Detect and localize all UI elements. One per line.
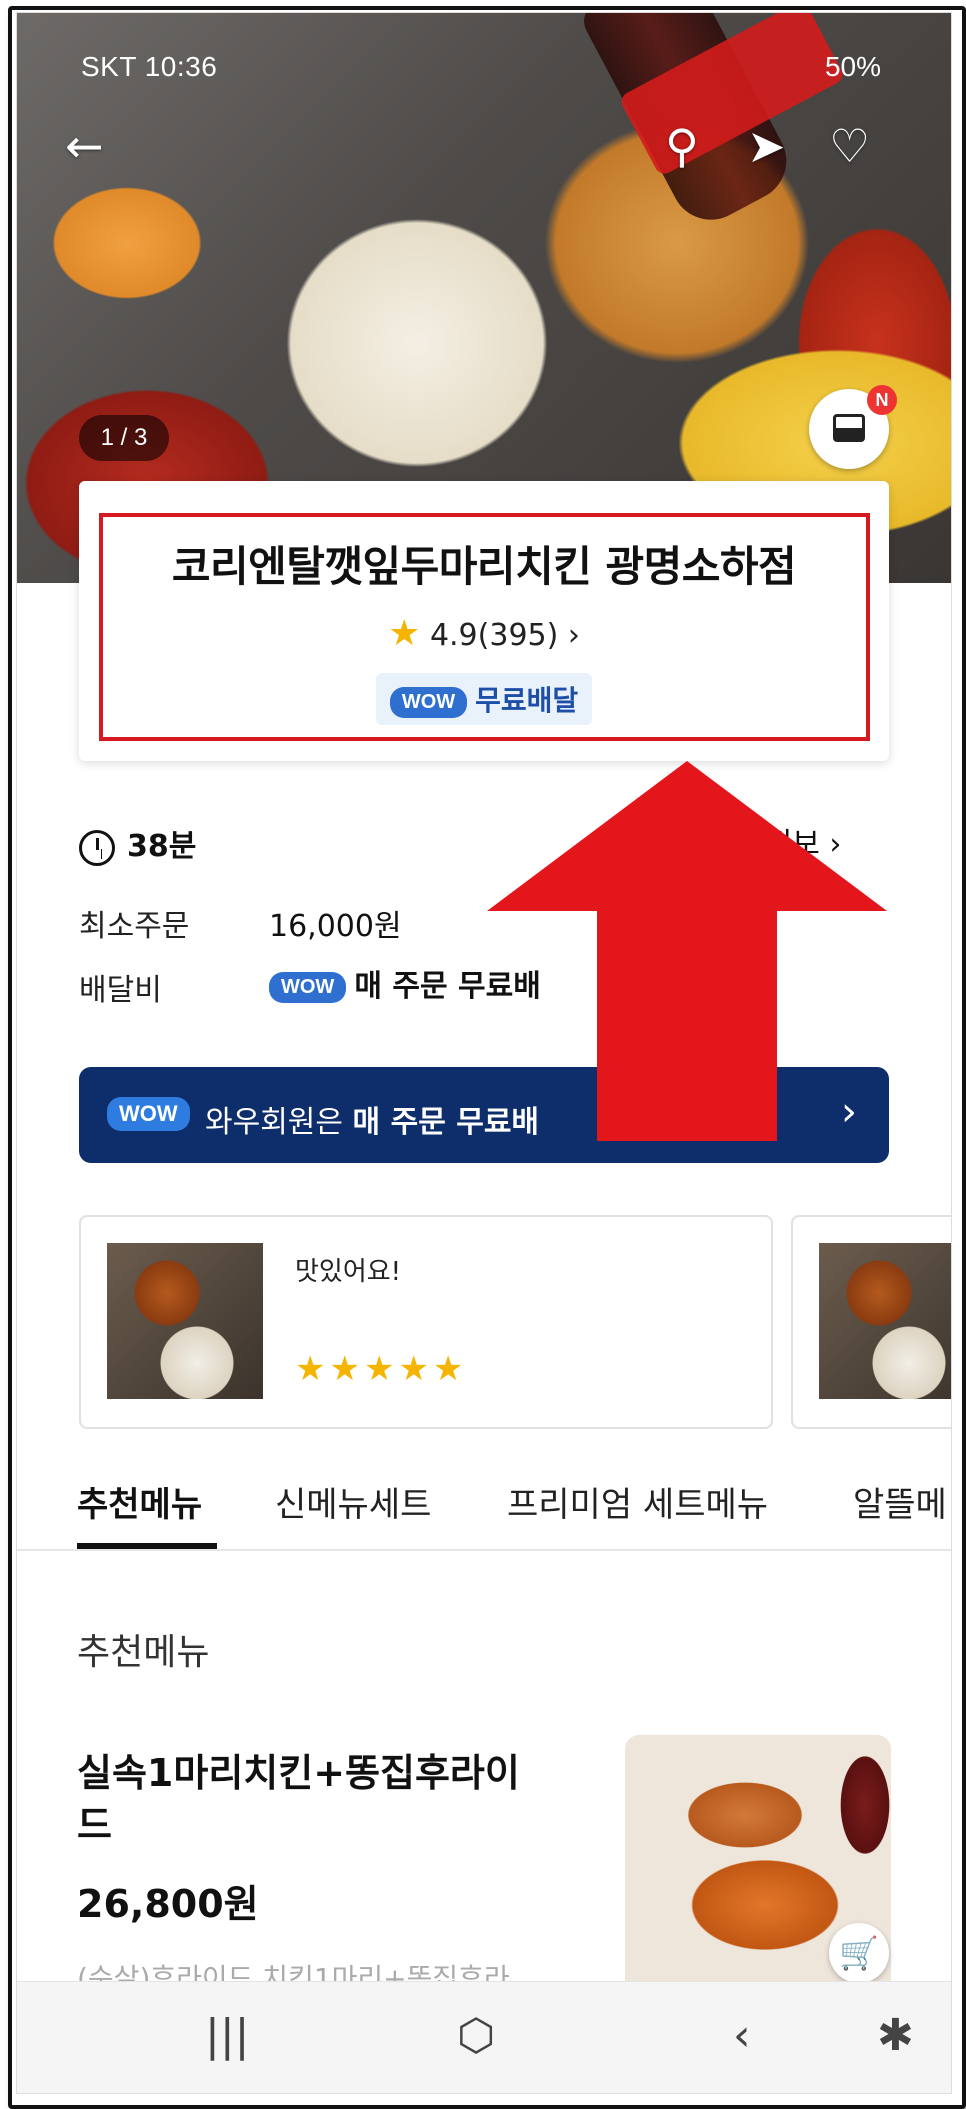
app-screen: SKT 10:36 50% ← ⚲ ➤ ♡ 1 / 3 N 코리엔탈깻잎두마리치…: [16, 12, 952, 2094]
review-text: 맛있어요!: [295, 1257, 402, 1287]
clock-icon: [79, 829, 115, 866]
status-carrier-time: SKT 10:36: [81, 51, 218, 82]
back-icon[interactable]: ‹: [733, 2010, 751, 2061]
hero-toolbar: ← ⚲ ➤ ♡: [17, 123, 951, 193]
review-photo: [107, 1243, 263, 1399]
tab-value[interactable]: 알뜰메: [853, 1477, 947, 1526]
review-card-2[interactable]: [791, 1215, 951, 1429]
image-counter: 1 / 3: [79, 415, 169, 461]
wow-pill: WOW: [389, 686, 468, 718]
system-navigation-bar: ||| ⬡ ‹ ✱: [17, 1981, 951, 2093]
delivery-fee-label: 배달비: [79, 973, 162, 1008]
banner-text-normal: 와우회원은: [205, 1105, 353, 1140]
min-order-label: 최소주문: [79, 909, 190, 944]
tab-new-menu-set[interactable]: 신메뉴세트: [275, 1477, 431, 1526]
search-icon[interactable]: ⚲: [665, 123, 699, 169]
section-title: 추천메뉴: [77, 1632, 210, 1673]
red-arrow-annotation: [487, 761, 887, 1141]
free-delivery-badge-row: WOW 무료배달: [79, 673, 889, 725]
back-arrow-icon[interactable]: ←: [65, 123, 104, 169]
free-delivery-text: 무료배달: [475, 684, 579, 717]
active-tab-indicator: [77, 1543, 217, 1549]
photo-review-button[interactable]: N: [809, 385, 897, 469]
menu-item-price: 26,800원: [77, 1882, 259, 1926]
review-stars: ★★★★★: [295, 1349, 468, 1389]
review-photo: [819, 1243, 951, 1399]
min-order-value: 16,000원: [269, 909, 402, 944]
heart-icon[interactable]: ♡: [829, 123, 870, 169]
home-icon[interactable]: ⬡: [457, 2010, 495, 2061]
delivery-time-value: 38분: [127, 829, 197, 864]
status-bar: SKT 10:36 50%: [17, 33, 951, 93]
delivery-time: 38분: [79, 821, 196, 866]
wow-pill: WOW: [107, 1097, 190, 1131]
new-badge: N: [867, 385, 897, 415]
rating-value: 4.9(395): [429, 618, 559, 653]
store-rating[interactable]: ★ 4.9(395) ›: [79, 613, 889, 654]
chevron-right-icon: ›: [567, 618, 580, 653]
accessibility-icon[interactable]: ✱: [877, 2010, 914, 2061]
store-name: 코리엔탈깻잎두마리치킨 광명소하점: [171, 542, 797, 591]
status-battery: 50%: [824, 51, 881, 82]
tab-recommended[interactable]: 추천메뉴: [77, 1477, 202, 1526]
wow-pill: WOW: [269, 972, 347, 1003]
review-card[interactable]: 맛있어요! ★★★★★: [79, 1215, 773, 1429]
free-delivery-badge: WOW 무료배달: [375, 673, 593, 725]
recent-apps-icon[interactable]: |||: [205, 2010, 249, 2061]
photo-icon: [833, 414, 865, 442]
share-icon[interactable]: ➤: [747, 123, 786, 169]
menu-tabs: 추천메뉴 신메뉴세트 프리미엄 세트메뉴 알뜰메: [17, 1453, 951, 1551]
menu-item-name[interactable]: 실속1마리치킨+똥집후라이드: [77, 1747, 537, 1851]
tab-premium-set[interactable]: 프리미엄 세트메뉴: [507, 1477, 768, 1526]
cart-add-icon[interactable]: 🛒: [829, 1923, 889, 1983]
star-icon: ★: [388, 613, 421, 654]
